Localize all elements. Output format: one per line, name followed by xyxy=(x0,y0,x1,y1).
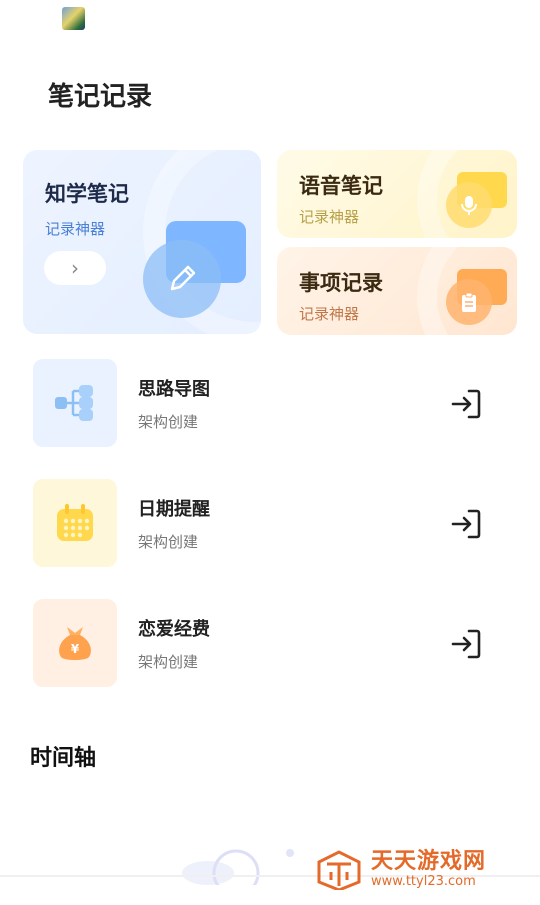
empty-state-illustration xyxy=(182,849,294,885)
enter-icon[interactable] xyxy=(449,387,483,421)
voice-notes-title: 语音笔记 xyxy=(299,174,383,198)
task-record-card[interactable]: 事项记录 记录神器 xyxy=(277,247,517,335)
app-icon xyxy=(62,7,85,30)
list-item-title: 思路导图 xyxy=(138,379,210,400)
voice-notes-subtitle: 记录神器 xyxy=(299,208,360,226)
list-item-subtitle: 架构创建 xyxy=(138,533,199,551)
list-item-title: 日期提醒 xyxy=(138,499,210,520)
enter-icon[interactable] xyxy=(449,627,483,661)
page-title: 笔记记录 xyxy=(48,82,153,112)
list-item-subtitle: 架构创建 xyxy=(138,413,199,431)
microphone-icon xyxy=(446,182,492,228)
voice-notes-card[interactable]: 语音笔记 记录神器 xyxy=(277,150,517,238)
calendar-icon xyxy=(33,479,117,567)
knowledge-notes-card[interactable]: 知学笔记 记录神器 › xyxy=(23,150,261,334)
watermark-url: www.ttyl23.com xyxy=(371,874,476,889)
money-bag-icon: ¥ xyxy=(33,599,117,687)
task-record-title: 事项记录 xyxy=(299,271,383,295)
chevron-right-icon: › xyxy=(71,256,79,280)
list-item[interactable]: 思路导图 架构创建 xyxy=(33,359,503,449)
enter-icon[interactable] xyxy=(449,507,483,541)
watermark-name: 天天游戏网 xyxy=(371,849,487,874)
timeline-title: 时间轴 xyxy=(30,746,97,771)
knowledge-notes-open-button[interactable]: › xyxy=(44,251,106,285)
task-record-subtitle: 记录神器 xyxy=(299,305,360,323)
knowledge-notes-title: 知学笔记 xyxy=(45,182,129,206)
list-item[interactable]: ¥ 恋爱经费 架构创建 xyxy=(33,599,503,689)
list-item-subtitle: 架构创建 xyxy=(138,653,199,671)
clipboard-icon xyxy=(446,279,492,325)
pencil-icon xyxy=(143,240,221,318)
list-item-title: 恋爱经费 xyxy=(138,619,210,640)
list-item[interactable]: 日期提醒 架构创建 xyxy=(33,479,503,569)
knowledge-notes-subtitle: 记录神器 xyxy=(45,220,106,238)
watermark-logo-icon xyxy=(317,850,361,890)
svg-text:¥: ¥ xyxy=(71,642,80,656)
watermark: 天天游戏网 www.ttyl23.com xyxy=(315,850,486,890)
mind-map-icon xyxy=(33,359,117,447)
